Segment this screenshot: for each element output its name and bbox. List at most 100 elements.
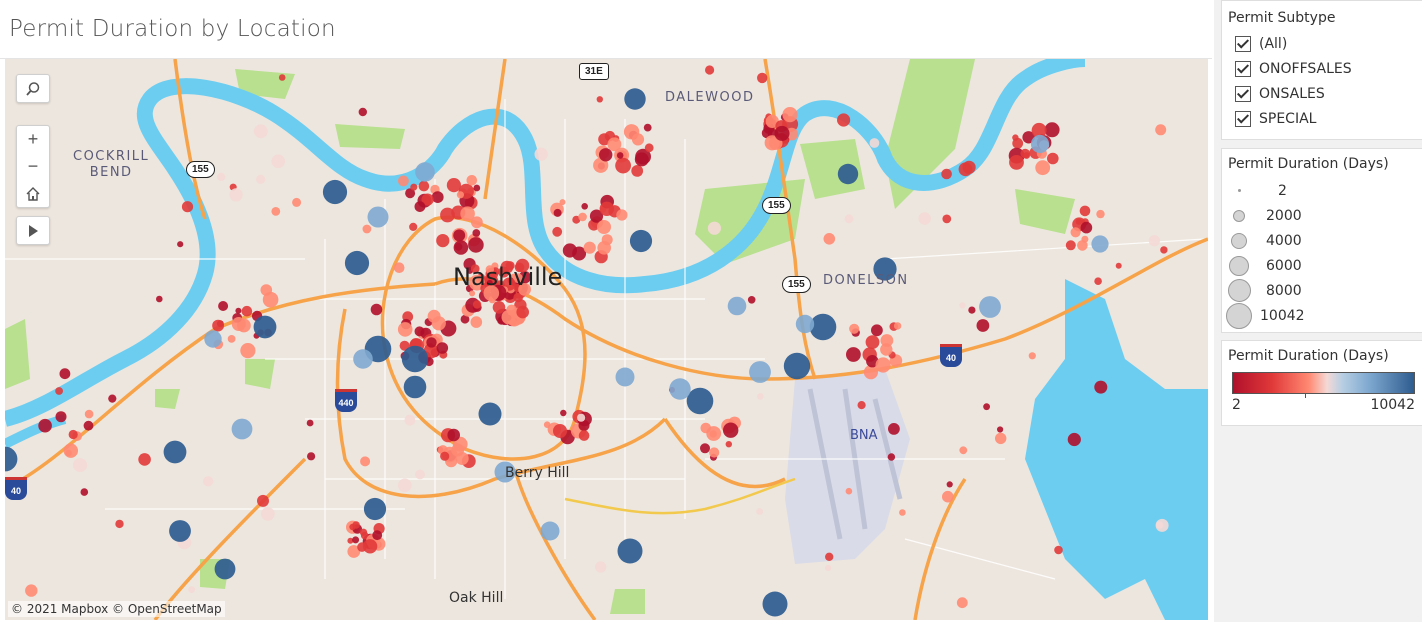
- permit-point[interactable]: [624, 88, 646, 110]
- permit-point[interactable]: [456, 191, 464, 199]
- permit-point[interactable]: [941, 168, 952, 180]
- permit-point[interactable]: [1115, 262, 1122, 269]
- permit-point[interactable]: [1012, 134, 1019, 141]
- permit-point[interactable]: [629, 229, 653, 253]
- permit-point[interactable]: [138, 453, 151, 466]
- permit-point[interactable]: [292, 197, 302, 207]
- permit-point[interactable]: [607, 137, 622, 152]
- permit-point[interactable]: [1028, 352, 1036, 360]
- permit-point[interactable]: [946, 481, 953, 488]
- permit-point[interactable]: [398, 175, 409, 187]
- permit-point[interactable]: [73, 458, 88, 473]
- permit-point[interactable]: [700, 422, 712, 434]
- permit-point[interactable]: [553, 424, 567, 438]
- permit-point[interactable]: [1067, 432, 1081, 447]
- permit-point[interactable]: [212, 319, 225, 332]
- permit-point[interactable]: [362, 224, 372, 234]
- permit-point[interactable]: [436, 342, 449, 354]
- permit-point[interactable]: [306, 419, 314, 427]
- map-zoom-controls[interactable]: + −: [16, 125, 50, 208]
- permit-point[interactable]: [1054, 545, 1063, 555]
- permit-point[interactable]: [240, 343, 256, 359]
- permit-point[interactable]: [453, 240, 469, 255]
- permit-point[interactable]: [370, 303, 383, 316]
- permit-point[interactable]: [1065, 240, 1076, 251]
- permit-point[interactable]: [918, 212, 931, 225]
- permit-point[interactable]: [427, 309, 441, 323]
- permit-point[interactable]: [1091, 235, 1109, 253]
- permit-point[interactable]: [1070, 227, 1081, 238]
- permit-point[interactable]: [360, 456, 371, 467]
- permit-point[interactable]: [959, 446, 968, 455]
- checkbox[interactable]: [1235, 110, 1251, 127]
- permit-point[interactable]: [749, 361, 771, 383]
- permit-point[interactable]: [849, 323, 860, 334]
- permit-point[interactable]: [108, 394, 117, 403]
- permit-point[interactable]: [478, 402, 502, 426]
- permit-point[interactable]: [599, 201, 614, 216]
- permit-point[interactable]: [825, 564, 832, 572]
- permit-point[interactable]: [560, 409, 567, 417]
- permit-point[interactable]: [426, 337, 437, 348]
- permit-point[interactable]: [757, 393, 764, 400]
- checkbox[interactable]: [1235, 60, 1251, 77]
- permit-point[interactable]: [203, 476, 214, 487]
- permit-point[interactable]: [581, 203, 588, 210]
- permit-point[interactable]: [700, 443, 710, 454]
- permit-point[interactable]: [997, 426, 1004, 433]
- permit-point[interactable]: [349, 523, 356, 531]
- map-view[interactable]: COCKRILL BEND DALEWOOD DONELSON Nashvill…: [5, 59, 1208, 620]
- permit-point[interactable]: [404, 414, 416, 426]
- permit-point[interactable]: [1096, 209, 1105, 219]
- permit-point[interactable]: [562, 243, 578, 258]
- permit-point[interactable]: [795, 314, 815, 334]
- permit-point[interactable]: [757, 72, 768, 84]
- permit-point[interactable]: [1156, 521, 1164, 529]
- permit-point[interactable]: [469, 290, 476, 297]
- permit-point[interactable]: [958, 162, 973, 177]
- map-attribution[interactable]: © 2021 Mapbox © OpenStreetMap: [8, 601, 225, 617]
- permit-point[interactable]: [253, 315, 277, 339]
- permit-point[interactable]: [617, 538, 643, 564]
- permit-point[interactable]: [968, 306, 976, 314]
- permit-point[interactable]: [899, 509, 906, 516]
- permit-point[interactable]: [599, 148, 613, 162]
- permit-point[interactable]: [227, 335, 236, 343]
- permit-point[interactable]: [358, 107, 367, 117]
- permit-point[interactable]: [888, 423, 900, 435]
- permit-point[interactable]: [1030, 134, 1050, 154]
- permit-point[interactable]: [595, 561, 607, 573]
- permit-point[interactable]: [597, 241, 611, 255]
- permit-point[interactable]: [271, 207, 281, 216]
- permit-point[interactable]: [887, 453, 896, 461]
- permit-point[interactable]: [372, 530, 383, 541]
- permit-point[interactable]: [367, 206, 389, 228]
- permit-point[interactable]: [235, 307, 242, 314]
- permit-point[interactable]: [1009, 155, 1024, 170]
- permit-point[interactable]: [472, 229, 481, 237]
- home-icon[interactable]: [17, 180, 49, 207]
- zoom-in-button[interactable]: +: [17, 126, 49, 153]
- permit-point[interactable]: [578, 430, 590, 441]
- checkbox[interactable]: [1235, 35, 1251, 52]
- permit-point[interactable]: [414, 326, 425, 337]
- permit-point[interactable]: [418, 180, 430, 192]
- permit-point[interactable]: [229, 188, 243, 202]
- permit-point[interactable]: [410, 183, 418, 191]
- permit-point[interactable]: [643, 123, 652, 132]
- permit-point[interactable]: [1148, 235, 1160, 247]
- permit-point[interactable]: [707, 221, 722, 235]
- permit-point[interactable]: [156, 295, 163, 303]
- permit-point[interactable]: [616, 152, 624, 159]
- permit-point[interactable]: [857, 401, 866, 410]
- permit-point[interactable]: [68, 429, 78, 440]
- permit-point[interactable]: [995, 432, 1007, 445]
- permit-point[interactable]: [597, 220, 611, 234]
- permit-point[interactable]: [959, 302, 966, 309]
- permit-point[interactable]: [181, 201, 194, 213]
- permit-point[interactable]: [80, 488, 89, 496]
- permit-point[interactable]: [1044, 122, 1060, 138]
- permit-point[interactable]: [414, 201, 426, 213]
- permit-point[interactable]: [1160, 246, 1168, 254]
- permit-point[interactable]: [169, 520, 191, 542]
